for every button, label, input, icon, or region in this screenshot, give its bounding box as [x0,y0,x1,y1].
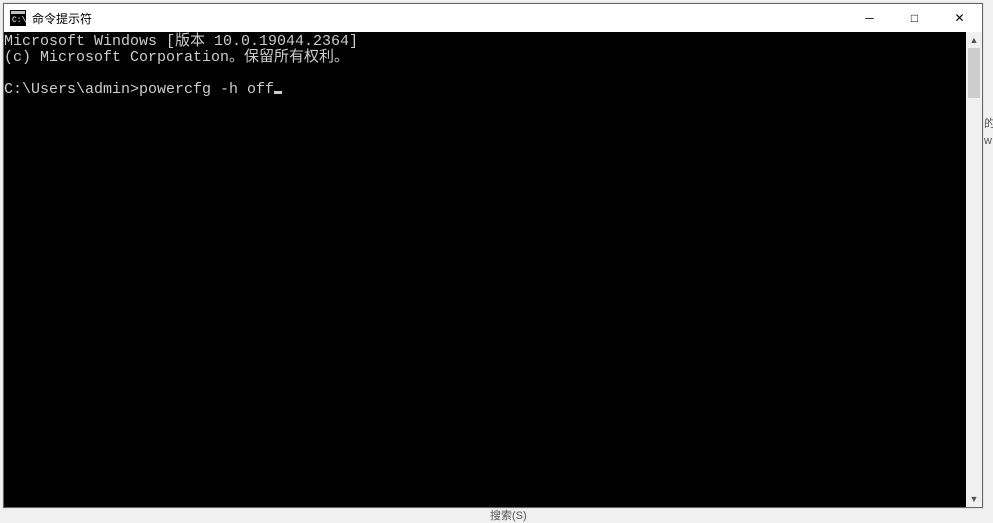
scroll-thumb[interactable] [968,48,980,98]
scroll-down-button[interactable]: ▼ [966,491,982,507]
window-controls: ─ □ ✕ [847,4,982,32]
terminal-line: Microsoft Windows [版本 10.0.19044.2364] [4,33,358,50]
close-button[interactable]: ✕ [937,4,982,32]
background-text: 的 [984,115,993,131]
terminal-line: (c) Microsoft Corporation。保留所有权利。 [4,49,349,66]
cursor [274,91,282,94]
terminal-command: powercfg -h off [139,81,274,98]
titlebar[interactable]: C:\ 命令提示符 ─ □ ✕ [4,4,982,32]
background-text: w [984,135,992,147]
svg-text:C:\: C:\ [12,16,26,25]
cmd-icon: C:\ [10,10,26,26]
scroll-up-button[interactable]: ▲ [966,32,982,48]
terminal-area: Microsoft Windows [版本 10.0.19044.2364] (… [4,32,982,507]
background-text: 搜索(S) [490,507,527,523]
terminal-prompt: C:\Users\admin> [4,81,139,98]
terminal[interactable]: Microsoft Windows [版本 10.0.19044.2364] (… [4,32,966,507]
window-title: 命令提示符 [32,10,847,27]
scroll-track[interactable] [966,48,982,491]
minimize-button[interactable]: ─ [847,4,892,32]
maximize-button[interactable]: □ [892,4,937,32]
vertical-scrollbar[interactable]: ▲ ▼ [966,32,982,507]
command-prompt-window: C:\ 命令提示符 ─ □ ✕ Microsoft Windows [版本 10… [3,3,983,508]
